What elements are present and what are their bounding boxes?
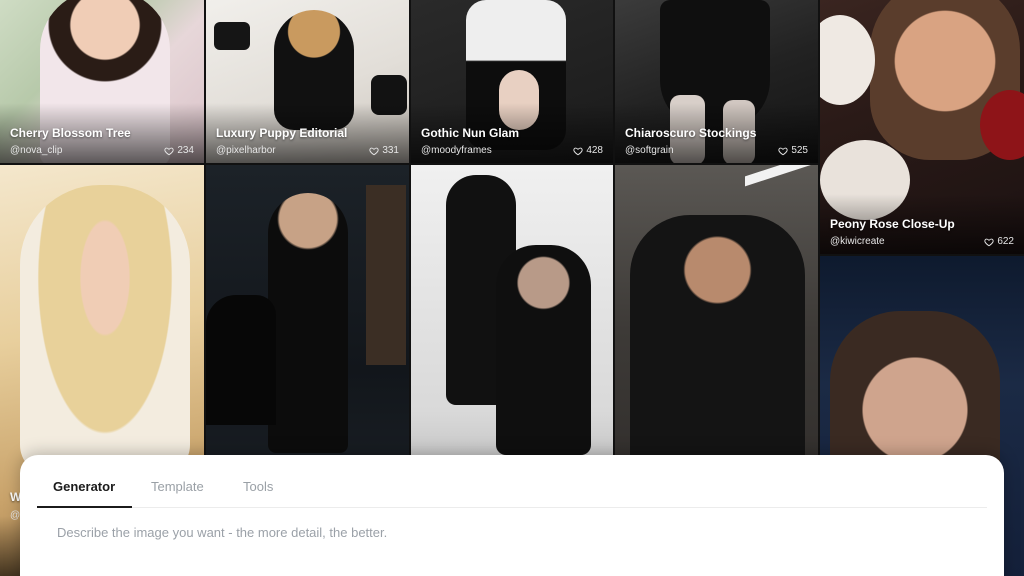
generator-panel: Generator Template Tools Describe the im… — [20, 455, 1004, 576]
card-likes[interactable]: 525 — [778, 145, 808, 156]
heart-outline-icon — [778, 147, 788, 155]
panel-tabs: Generator Template Tools — [37, 455, 987, 508]
gallery-card[interactable]: Luxury Puppy Editorial @pixelharbor 331 — [206, 0, 409, 163]
likes-count: 331 — [382, 145, 399, 156]
card-likes[interactable]: 428 — [573, 145, 603, 156]
gallery-card[interactable]: Chiaroscuro Stockings @softgrain 525 — [615, 0, 818, 163]
tab-tools[interactable]: Tools — [243, 479, 273, 494]
active-tab-indicator — [37, 506, 132, 508]
card-title: Peony Rose Close-Up — [830, 217, 955, 231]
likes-count: 622 — [997, 236, 1014, 247]
likes-count: 525 — [791, 145, 808, 156]
card-title: Chiaroscuro Stockings — [625, 126, 757, 140]
prompt-input[interactable]: Describe the image you want - the more d… — [57, 525, 957, 540]
card-author[interactable]: @moodyframes — [421, 145, 492, 156]
card-title: Gothic Nun Glam — [421, 126, 520, 140]
card-likes[interactable]: 331 — [369, 145, 399, 156]
card-image — [20, 185, 190, 475]
gallery-card[interactable]: Cherry Blossom Tree @nova_clip 234 — [0, 0, 204, 163]
card-author[interactable]: @nova_clip — [10, 145, 62, 156]
heart-outline-icon — [573, 147, 583, 155]
card-image — [630, 215, 805, 465]
card-author[interactable]: @softgrain — [625, 145, 674, 156]
heart-outline-icon — [164, 147, 174, 155]
card-likes[interactable]: 234 — [164, 145, 194, 156]
tab-template[interactable]: Template — [151, 479, 204, 494]
likes-count: 428 — [586, 145, 603, 156]
card-author[interactable]: @kiwicreate — [830, 236, 885, 247]
card-author[interactable]: @pixelharbor — [216, 145, 276, 156]
card-author[interactable]: @ — [10, 510, 20, 521]
card-image — [268, 193, 348, 453]
card-title: Cherry Blossom Tree — [10, 126, 131, 140]
gallery-card[interactable]: Peony Rose Close-Up @kiwicreate 622 — [820, 0, 1024, 254]
card-title: Luxury Puppy Editorial — [216, 126, 348, 140]
card-likes[interactable]: 622 — [984, 236, 1014, 247]
tab-generator[interactable]: Generator — [53, 479, 115, 494]
gallery-card[interactable]: Gothic Nun Glam @moodyframes 428 — [411, 0, 613, 163]
likes-count: 234 — [177, 145, 194, 156]
heart-outline-icon — [984, 238, 994, 246]
heart-outline-icon — [369, 147, 379, 155]
